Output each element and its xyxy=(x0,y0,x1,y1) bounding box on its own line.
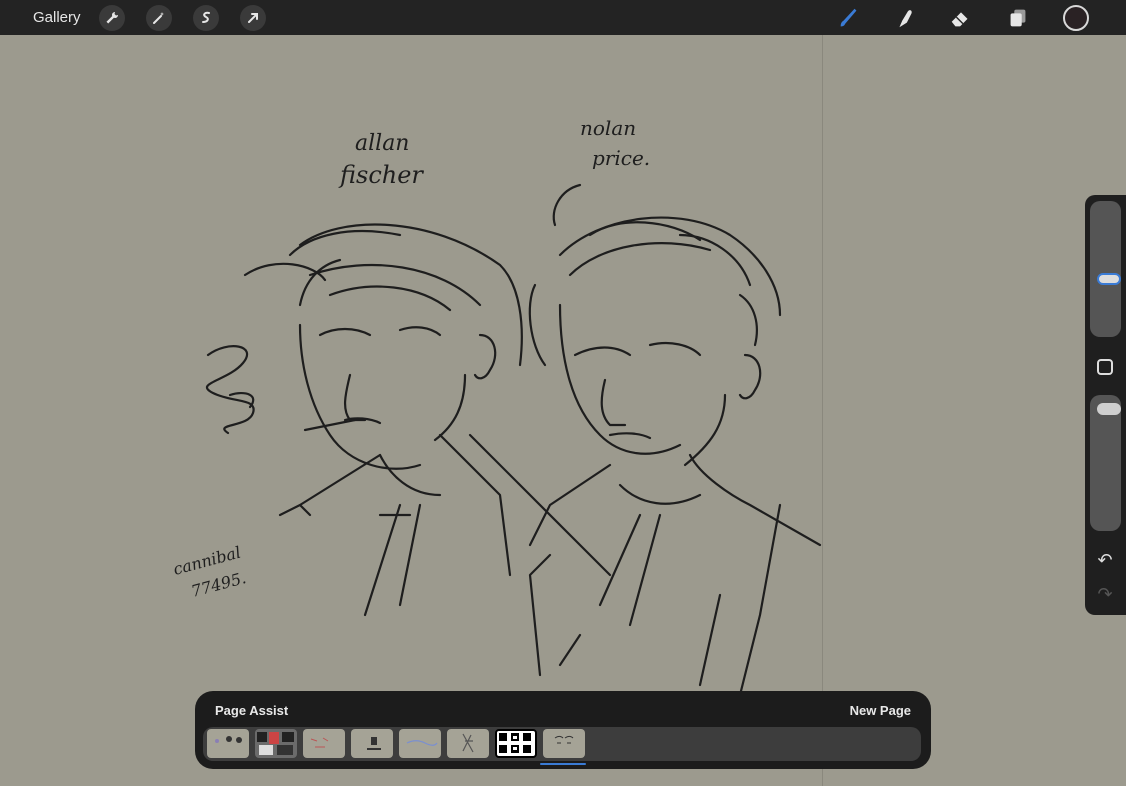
undo-icon[interactable]: ↶ xyxy=(1095,550,1115,570)
gallery-button[interactable]: Gallery xyxy=(33,9,81,26)
page-thumbnail-active[interactable] xyxy=(495,729,537,758)
name-right-line2: price. xyxy=(592,146,650,170)
selection-icon[interactable] xyxy=(193,5,219,31)
page-thumbnail[interactable] xyxy=(543,729,585,758)
brush-icon[interactable] xyxy=(835,4,863,32)
brush-size-slider[interactable] xyxy=(1090,201,1121,337)
name-right-line1: nolan xyxy=(580,116,636,140)
magic-wand-icon[interactable] xyxy=(146,5,172,31)
eraser-icon[interactable] xyxy=(947,4,975,32)
smudge-icon[interactable] xyxy=(891,4,919,32)
page-thumbnail[interactable] xyxy=(303,729,345,758)
opacity-knob[interactable] xyxy=(1097,403,1121,415)
color-picker-swatch[interactable] xyxy=(1063,5,1089,31)
sketch-artwork: allan fischer nolan price. cannibal 7749… xyxy=(171,116,822,697)
page-thumbnail[interactable] xyxy=(399,729,441,758)
page-assist-panel: Page Assist New Page xyxy=(195,691,931,769)
opacity-slider[interactable] xyxy=(1090,395,1121,531)
redo-icon[interactable]: ↷ xyxy=(1095,584,1115,604)
transform-arrow-icon[interactable] xyxy=(240,5,266,31)
active-page-indicator xyxy=(540,763,586,765)
square-icon[interactable] xyxy=(1097,359,1113,375)
name-left-line1: allan xyxy=(355,131,409,156)
page-thumbnail[interactable] xyxy=(447,729,489,758)
name-left-line2: fischer xyxy=(338,161,424,189)
wrench-icon[interactable] xyxy=(99,5,125,31)
side-toolbar: ↶ ↷ xyxy=(1085,195,1126,615)
brush-size-knob[interactable] xyxy=(1097,273,1121,285)
page-thumbnail[interactable] xyxy=(207,729,249,758)
new-page-button[interactable]: New Page xyxy=(850,703,911,718)
page-thumbnail[interactable] xyxy=(351,729,393,758)
layers-icon[interactable] xyxy=(1004,4,1032,32)
page-assist-title: Page Assist xyxy=(215,703,289,718)
top-toolbar: Gallery xyxy=(0,0,1126,35)
page-thumbnail-strip xyxy=(203,727,921,761)
page-thumbnail[interactable] xyxy=(255,729,297,758)
